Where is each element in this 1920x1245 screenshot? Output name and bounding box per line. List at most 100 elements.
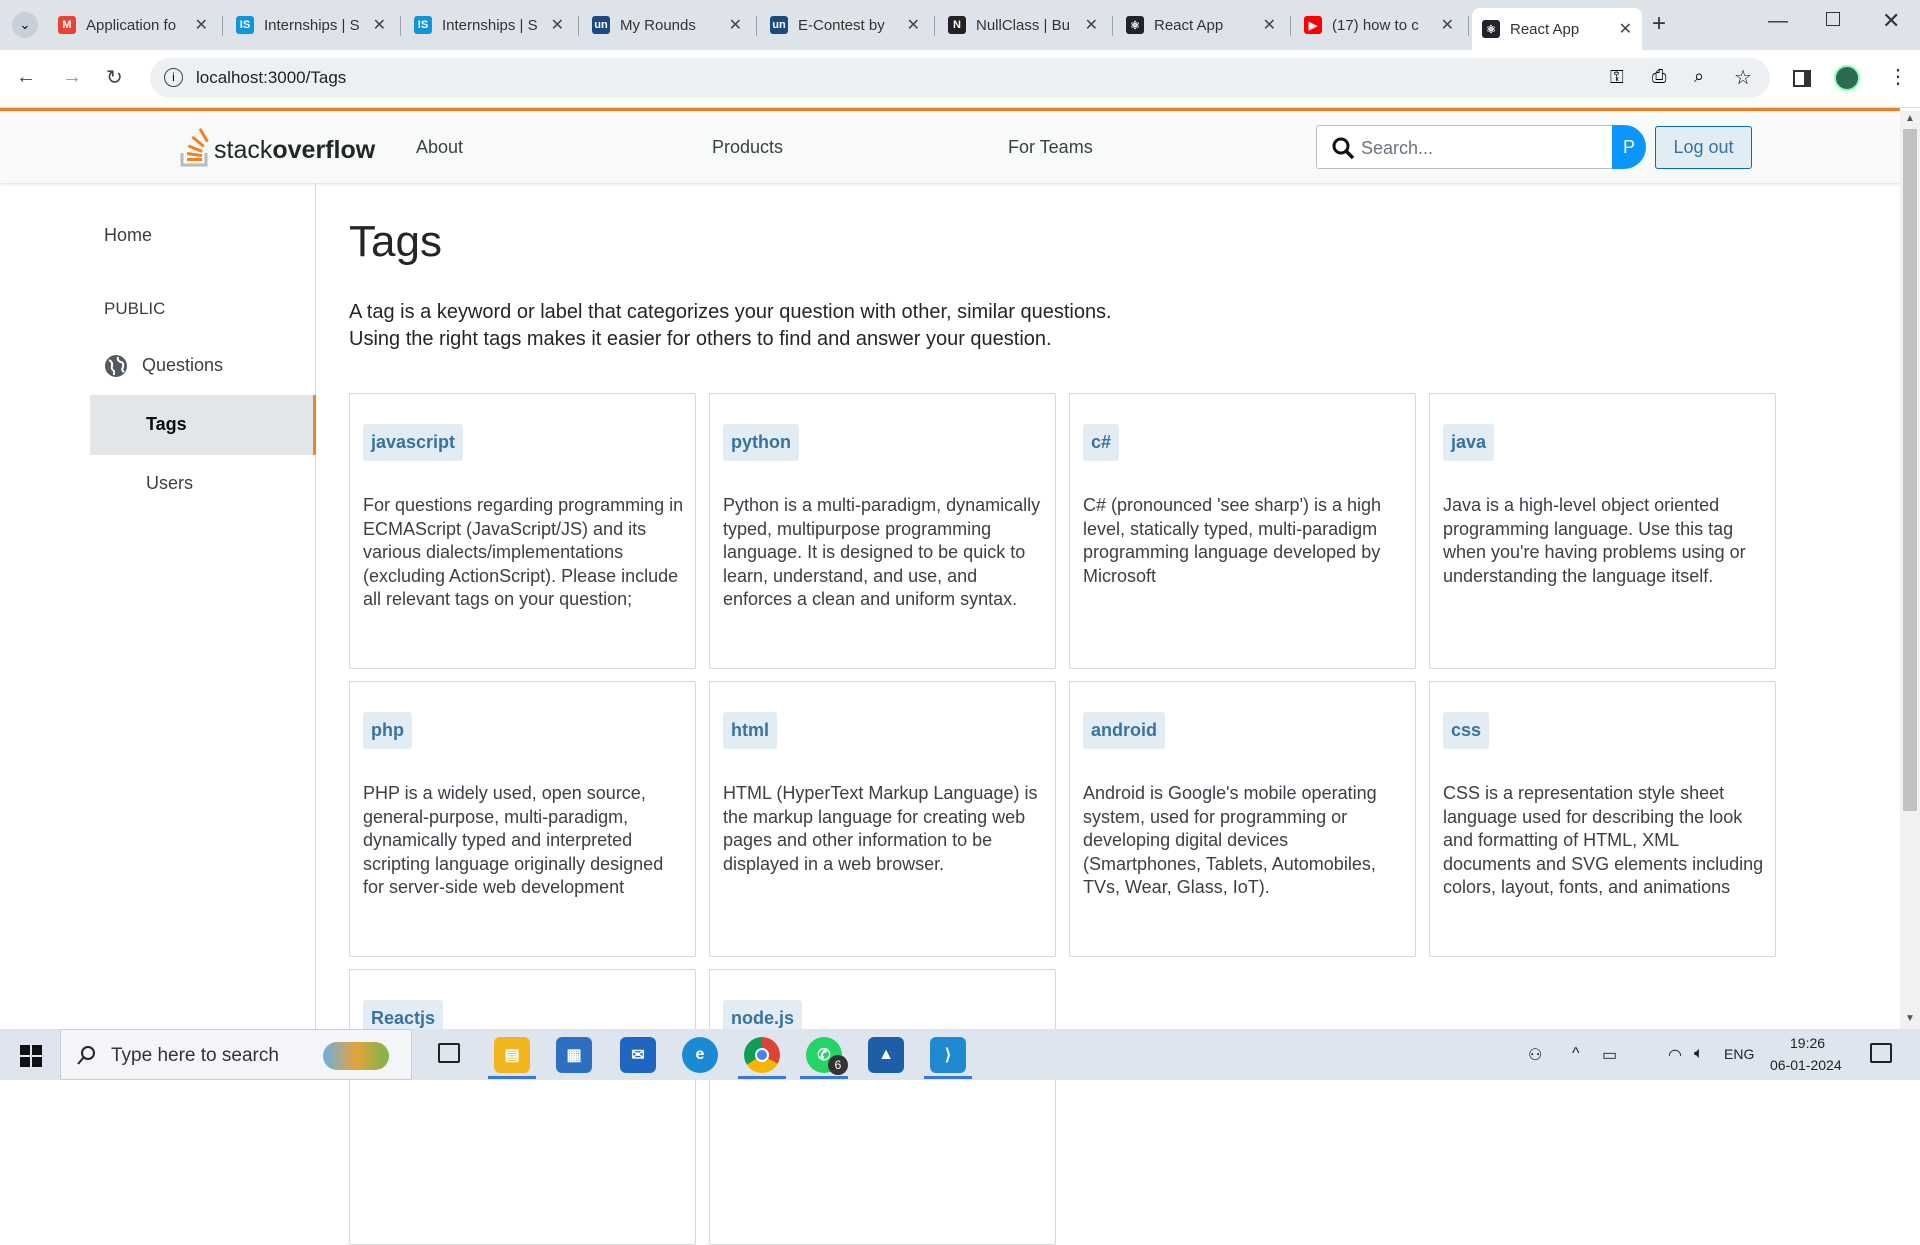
search-highlight-icon (323, 1042, 389, 1070)
profile-avatar-icon[interactable] (1834, 65, 1860, 91)
browser-tab[interactable]: un My Rounds ✕ (582, 8, 752, 42)
tag-description: PHP is a widely used, open source, gener… (363, 783, 664, 897)
tag-link[interactable]: python (723, 424, 799, 461)
close-tab-icon[interactable]: ✕ (1619, 19, 1632, 39)
tab-separator (1290, 16, 1291, 36)
nav-for-teams-link[interactable]: For Teams (1008, 137, 1093, 158)
close-tab-icon[interactable]: ✕ (1441, 15, 1454, 35)
restore-icon[interactable] (1826, 12, 1840, 26)
logout-button[interactable]: Log out (1655, 126, 1752, 169)
scroll-down-arrow-icon[interactable]: ▼ (1905, 1013, 1915, 1024)
vscode-icon[interactable]: ⟩ (930, 1037, 966, 1073)
photos-icon[interactable]: ▲ (868, 1037, 904, 1073)
browser-tab[interactable]: N NullClass | Bu ✕ (938, 8, 1108, 42)
tag-link[interactable]: php (363, 712, 412, 749)
close-tab-icon[interactable]: ✕ (907, 15, 920, 35)
new-tab-button[interactable]: + (1652, 10, 1666, 38)
nav-about-link[interactable]: About (416, 137, 463, 158)
stackoverflow-logo[interactable]: stack overflow (180, 127, 375, 167)
search-placeholder: Search... (1361, 138, 1434, 158)
tag-link[interactable]: c# (1083, 424, 1120, 461)
close-tab-icon[interactable]: ✕ (729, 15, 742, 35)
people-icon[interactable]: ⚇ (1528, 1045, 1542, 1065)
browser-tab-title: Internships | S (264, 16, 360, 34)
user-avatar-button[interactable]: P (1612, 125, 1646, 169)
url-text[interactable]: localhost:3000/Tags (196, 68, 346, 88)
network-icon[interactable]: ◠ (1668, 1045, 1682, 1065)
language-indicator[interactable]: ENG (1724, 1046, 1754, 1062)
task-view-icon[interactable] (438, 1043, 460, 1063)
forward-icon[interactable]: → (62, 66, 82, 89)
bookmark-star-icon[interactable]: ☆ (1734, 65, 1752, 90)
tag-card: Reactjs (349, 969, 696, 1245)
browser-tab[interactable]: IS Internships | S ✕ (226, 8, 396, 42)
page-scrollbar[interactable]: ▲ ▼ (1900, 111, 1920, 1029)
scroll-up-arrow-icon[interactable]: ▲ (1905, 113, 1915, 124)
scrollbar-thumb[interactable] (1903, 129, 1917, 811)
windows-start-icon[interactable] (20, 1045, 42, 1067)
sidebar-item-questions[interactable]: Questions (142, 355, 223, 376)
logo-text-stack: stack (214, 136, 273, 164)
minimize-icon[interactable]: — (1768, 10, 1788, 33)
tag-card: java Java is a high-level object oriented… (1429, 393, 1776, 669)
react-icon: ⚛ (1482, 20, 1500, 38)
sidebar-item-tags[interactable]: Tags (90, 395, 316, 455)
windows-taskbar: Type here to search ▤ ▦ ✉ e ✆ 6 ▲ ⟩ ⚇ ^ … (0, 1029, 1920, 1080)
browser-tab[interactable]: ⚛ React App ✕ (1472, 8, 1642, 50)
browser-tab-title: My Rounds (620, 16, 696, 34)
close-tab-icon[interactable]: ✕ (551, 15, 564, 35)
search-input[interactable]: Search... (1316, 125, 1626, 169)
taskbar-search-box[interactable]: Type here to search (60, 1029, 412, 1080)
file-explorer-icon[interactable]: ▤ (494, 1037, 530, 1073)
main-content: Tags A tag is a keyword or label that ca… (316, 183, 1900, 1245)
tag-link[interactable]: java (1443, 424, 1495, 461)
back-icon[interactable]: ← (16, 66, 36, 89)
install-app-icon[interactable]: ⎙ (1652, 66, 1666, 87)
sidebar-item-users[interactable]: Users (146, 473, 193, 494)
show-hidden-icons-icon[interactable]: ^ (1572, 1045, 1580, 1063)
browser-menu-icon[interactable]: ⋮ (1888, 64, 1908, 89)
mail-icon[interactable]: ✉ (620, 1037, 656, 1073)
close-tab-icon[interactable]: ✕ (373, 15, 386, 35)
tab-search-chevron-icon[interactable]: ⌄ (12, 12, 38, 38)
browser-tab[interactable]: M Application fo ✕ (48, 8, 218, 42)
site-info-icon[interactable]: i (164, 68, 183, 87)
clock-date[interactable]: 06-01-2024 (1770, 1057, 1842, 1073)
browser-tab[interactable]: IS Internships | S ✕ (404, 8, 574, 42)
whatsapp-badge: 6 (828, 1055, 848, 1075)
browser-tab-title: React App (1510, 20, 1580, 38)
clock-time[interactable]: 19:26 (1790, 1035, 1825, 1051)
sidebar-item-home[interactable]: Home (104, 225, 152, 246)
notifications-icon[interactable] (1870, 1043, 1892, 1063)
browser-tab[interactable]: ▶ (17) how to c ✕ (1294, 8, 1464, 42)
tag-card: python Python is a multi-paradigm, dynami… (709, 393, 1056, 669)
close-window-icon[interactable]: ✕ (1882, 8, 1900, 34)
reload-icon[interactable]: ↻ (106, 65, 123, 90)
browser-tab[interactable]: un E-Contest by ✕ (760, 8, 930, 42)
taskbar-search-placeholder: Type here to search (111, 1045, 279, 1066)
edge-icon[interactable]: e (682, 1037, 718, 1073)
zoom-icon[interactable]: ⌕ (1694, 66, 1704, 87)
close-tab-icon[interactable]: ✕ (1263, 15, 1276, 35)
side-panel-icon[interactable] (1793, 70, 1811, 87)
microsoft-store-icon[interactable]: ▦ (556, 1037, 592, 1073)
tag-card: c# C# (pronounced 'see sharp') is a high … (1069, 393, 1416, 669)
close-tab-icon[interactable]: ✕ (1085, 15, 1098, 35)
browser-tab[interactable]: ⚛ React App ✕ (1116, 8, 1286, 42)
tag-description: CSS is a representation style sheet lang… (1443, 783, 1764, 897)
volume-icon[interactable]: 🔈︎ (1694, 1045, 1704, 1063)
browser-tab-title: E-Contest by (798, 16, 885, 34)
unstop-icon: un (592, 16, 610, 34)
close-tab-icon[interactable]: ✕ (195, 15, 208, 35)
tag-link[interactable]: css (1443, 712, 1490, 749)
chrome-icon[interactable] (744, 1037, 780, 1073)
battery-icon[interactable]: ▭ (1602, 1045, 1617, 1065)
tag-link[interactable]: android (1083, 712, 1165, 749)
browser-tab-strip: ⌄ M Application fo ✕ IS Internships | S ✕ IS In… (0, 0, 1920, 50)
password-key-icon[interactable]: ⚿ (1610, 67, 1624, 88)
nav-products-link[interactable]: Products (712, 137, 783, 158)
address-bar[interactable]: i localhost:3000/Tags ⚿ ⎙ ⌕ ☆ (150, 58, 1770, 98)
tag-card: html HTML (HyperText Markup Language) is … (709, 681, 1056, 957)
tag-link[interactable]: javascript (363, 424, 464, 461)
tag-link[interactable]: html (723, 712, 777, 749)
